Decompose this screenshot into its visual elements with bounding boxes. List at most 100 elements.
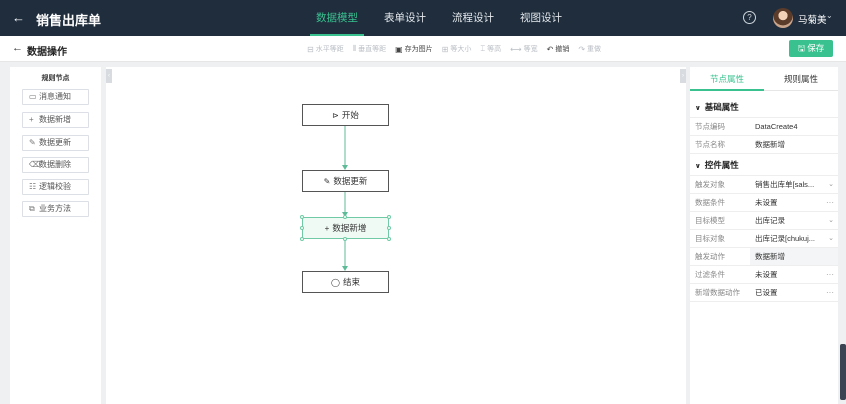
avatar[interactable] [773, 8, 793, 28]
tool-label: 等大小 [450, 46, 472, 53]
create-data-action-field[interactable]: 已设置 ··· [750, 284, 838, 301]
node-name-field[interactable]: 数据新增 [750, 136, 838, 153]
chevron-down-icon: ⌄ [828, 217, 834, 224]
align-vertical-button[interactable]: ⫴ 垂直等距 [353, 44, 386, 54]
trigger-object-select[interactable]: 销售出库单[sals... ⌄ [750, 176, 838, 193]
stop-circle-icon: ◯ [331, 278, 340, 287]
filter-condition-field[interactable]: 未设置 ··· [750, 266, 838, 283]
align-vertical-icon: ⫴ [352, 44, 357, 53]
tool-label: 重做 [587, 46, 602, 53]
save-button[interactable]: 🖫 保存 [789, 40, 833, 57]
flow-node-label: 结束 [342, 277, 360, 287]
trigger-action-field: 数据新增 [750, 248, 838, 265]
tab-view-design[interactable]: 视图设计 [514, 0, 568, 36]
prop-label: 触发对象 [695, 180, 725, 189]
same-width-button[interactable]: ⟷ 等宽 [510, 44, 537, 54]
resize-handle[interactable] [343, 237, 347, 241]
section-control[interactable]: ∨ 控件属性 [690, 154, 838, 176]
flow-node-create[interactable]: + 数据新增 [302, 217, 389, 239]
resize-handle[interactable] [300, 215, 304, 219]
resize-handle[interactable] [387, 237, 391, 241]
prop-label: 节点编码 [695, 122, 725, 131]
more-icon[interactable]: ··· [826, 284, 834, 301]
chevron-down-icon[interactable]: ⌄ [826, 11, 833, 20]
chevron-down-icon: ⌄ [828, 181, 834, 188]
prop-row: 节点名称 数据新增 [690, 136, 838, 154]
scrollbar[interactable] [840, 344, 846, 400]
trash-icon: ⌫ [29, 160, 41, 169]
play-circle-icon: ⊳ [332, 111, 339, 120]
prop-row: 节点编码 DataCreate4 [690, 118, 838, 136]
prop-row: 目标模型 出库记录 ⌄ [690, 212, 838, 230]
flow-node-start[interactable]: ⊳ 开始 [302, 104, 389, 126]
node-message-notify[interactable]: ▭ 消息通知 [22, 89, 89, 105]
node-logic-check[interactable]: ☷ 逻辑校验 [22, 179, 89, 195]
prop-row: 新增数据动作 已设置 ··· [690, 284, 838, 302]
undo-icon: ↶ [546, 44, 554, 54]
back-arrow-icon[interactable]: ← [12, 42, 23, 54]
app-title: 销售出库单 [36, 13, 102, 28]
resize-handle[interactable] [387, 215, 391, 219]
data-condition-field[interactable]: 未设置 ··· [750, 194, 838, 211]
node-business-method[interactable]: ⧉ 业务方法 [22, 201, 89, 217]
same-size-icon: ⊞ [441, 44, 449, 54]
image-icon: ▣ [395, 44, 403, 54]
more-icon[interactable]: ··· [826, 266, 834, 283]
section-title: 基础属性 [704, 102, 739, 112]
same-size-button[interactable]: ⊞ 等大小 [442, 44, 472, 54]
save-image-button[interactable]: ▣ 存为图片 [395, 44, 433, 54]
prop-label: 节点名称 [695, 140, 725, 149]
same-height-icon: ⌶ [480, 44, 486, 53]
toolbar: ⊟ 水平等距 ⫴ 垂直等距 ▣ 存为图片 ⊞ 等大小 ⌶ 等高 ⟷ 等宽 ↶ 撤销 ↷ 重做 [307, 36, 610, 62]
tool-label: 撤销 [555, 46, 570, 53]
align-horizontal-icon: ⊟ [307, 44, 314, 54]
tab-data-model[interactable]: 数据模型 [310, 0, 364, 36]
prop-label: 数据条件 [695, 198, 725, 207]
flow-edges [342, 126, 348, 271]
help-icon[interactable]: ? [743, 11, 756, 24]
chevron-down-icon: ∨ [695, 105, 701, 112]
tab-process-design[interactable]: 流程设计 [446, 0, 500, 36]
align-horizontal-button[interactable]: ⊟ 水平等距 [307, 44, 344, 54]
target-model-select[interactable]: 出库记录 ⌄ [750, 212, 838, 229]
collapse-right-icon[interactable]: › [680, 69, 686, 83]
flow-node-label: 数据新增 [332, 223, 367, 233]
resize-handle[interactable] [343, 215, 347, 219]
node-label: 数据更新 [39, 138, 71, 147]
prop-value: 销售出库单[sals... [755, 180, 815, 189]
back-arrow-icon[interactable]: ← [12, 10, 25, 25]
checklist-icon: ☷ [29, 182, 37, 191]
tab-node-properties[interactable]: 节点属性 [690, 67, 764, 91]
prop-value: 出库记录 [755, 216, 785, 225]
more-icon[interactable]: ··· [826, 194, 834, 211]
tool-label: 等高 [487, 46, 502, 53]
prop-row: 触发动作 数据新增 [690, 248, 838, 266]
node-label: 数据删除 [39, 160, 71, 169]
same-height-button[interactable]: ⌶ 等高 [480, 44, 501, 54]
node-data-delete[interactable]: ⌫数据删除 [22, 157, 89, 173]
method-icon: ⧉ [29, 204, 35, 213]
flow-node-update[interactable]: ✎ 数据更新 [302, 170, 389, 192]
flow-node-end[interactable]: ◯ 结束 [302, 271, 389, 293]
prop-label: 目标对象 [695, 234, 725, 243]
save-icon: 🖫 [797, 43, 808, 53]
redo-button[interactable]: ↷ 重做 [578, 44, 601, 54]
rule-nodes-panel: 规则节点 ▭ 消息通知 + 数据新增 ✎ 数据更新 ⌫数据删除 ☷ 逻辑校验 ⧉ 业务方法 [10, 67, 101, 404]
undo-button[interactable]: ↶ 撤销 [547, 44, 570, 54]
resize-handle[interactable] [300, 237, 304, 241]
node-label: 逻辑校验 [39, 182, 71, 191]
tab-form-design[interactable]: 表单设计 [378, 0, 432, 36]
resize-handle[interactable] [300, 226, 304, 230]
resize-handle[interactable] [387, 226, 391, 230]
section-basic[interactable]: ∨ 基础属性 [690, 96, 838, 118]
plus-icon: + [324, 224, 330, 233]
node-data-create[interactable]: + 数据新增 [22, 112, 89, 128]
node-label: 数据新增 [39, 115, 71, 124]
node-code-field[interactable]: DataCreate4 [750, 118, 838, 135]
target-object-select[interactable]: 出库记录[chukuj... ⌄ [750, 230, 838, 247]
node-label: 业务方法 [39, 204, 71, 213]
flow-canvas[interactable]: ‹ ⊳ 开始 ✎ 数据更新 + 数据新增 ◯ 结束 › [106, 67, 686, 404]
node-data-update[interactable]: ✎ 数据更新 [22, 135, 89, 151]
tab-rule-properties[interactable]: 规则属性 [764, 67, 838, 90]
user-name[interactable]: 马菊美 [798, 12, 827, 26]
